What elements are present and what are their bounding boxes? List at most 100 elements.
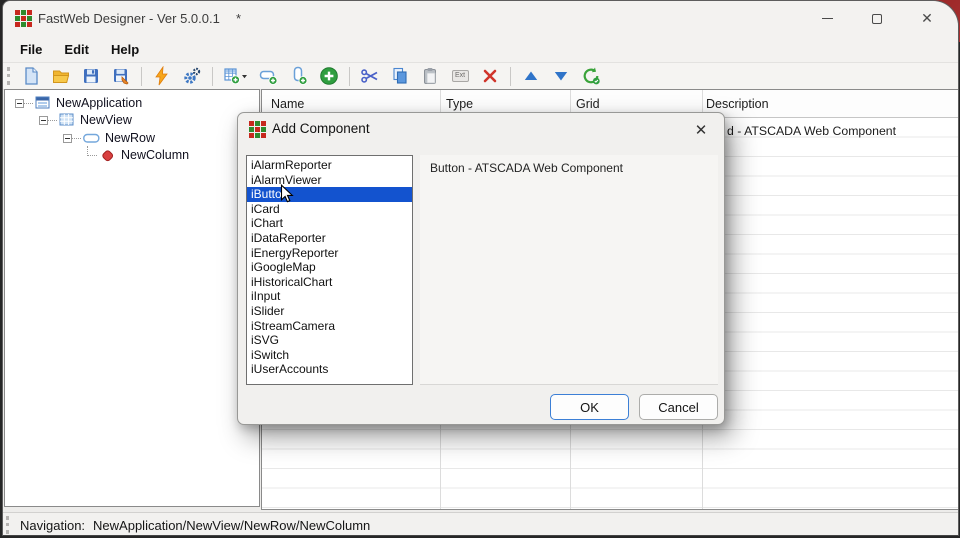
save-all-icon [111, 66, 131, 86]
refresh-icon [581, 66, 601, 86]
menu-edit[interactable]: Edit [64, 42, 89, 57]
move-up-icon [521, 66, 541, 86]
screen: FastWeb Designer - Ver 5.0.0.1 * ✕ File … [0, 0, 960, 538]
component-list-item[interactable]: iInput [247, 289, 412, 304]
component-list-item[interactable]: iChart [247, 216, 412, 231]
collapse-icon[interactable] [39, 116, 48, 125]
table-row-description[interactable]: d - ATSCADA Web Component [727, 124, 896, 138]
component-description: Button - ATSCADA Web Component [420, 155, 718, 175]
tree-item-newapplication[interactable]: NewApplication [15, 94, 142, 112]
application-icon [35, 96, 51, 110]
component-list-item[interactable]: iDataReporter [247, 231, 412, 246]
export-button[interactable]: Ext [448, 64, 472, 88]
add-view-button[interactable] [221, 64, 251, 88]
tree-panel: NewApplication NewView NewRow NewColumn [4, 89, 260, 507]
tree-connector [87, 146, 97, 156]
tree-connector [48, 120, 57, 121]
new-document-icon [21, 66, 41, 86]
component-list-item[interactable]: iAlarmViewer [247, 173, 412, 188]
menu-bar: File Edit Help [3, 36, 958, 62]
window-title: FastWeb Designer - Ver 5.0.0.1 [38, 1, 220, 36]
component-list-item[interactable]: iUserAccounts [247, 362, 412, 377]
menu-help[interactable]: Help [111, 42, 139, 57]
cancel-button[interactable]: Cancel [639, 394, 718, 420]
status-label: Navigation: [20, 518, 85, 533]
toolbar-separator [510, 67, 511, 86]
add-component-button[interactable] [317, 64, 341, 88]
component-listbox[interactable]: iAlarmReporter iAlarmViewer iButton iCar… [246, 155, 413, 385]
component-list-item[interactable]: iSlider [247, 304, 412, 319]
copy-button[interactable] [388, 64, 412, 88]
component-list-item[interactable]: iEnergyReporter [247, 246, 412, 261]
toolbar-separator [212, 67, 213, 86]
column-icon [99, 147, 116, 163]
close-button[interactable]: ✕ [902, 1, 952, 36]
add-component-icon [319, 66, 339, 86]
component-list-item[interactable]: iSVG [247, 333, 412, 348]
run-button[interactable] [150, 64, 174, 88]
toolbar-separator [141, 67, 142, 86]
component-description-panel: Button - ATSCADA Web Component [420, 155, 718, 385]
toolbar-grip [7, 67, 11, 85]
tree-connector [72, 138, 81, 139]
delete-button[interactable] [478, 64, 502, 88]
status-navigation-path: NewApplication/NewView/NewRow/NewColumn [93, 518, 370, 533]
dialog-close-button[interactable]: ✕ [690, 119, 712, 141]
collapse-icon[interactable] [15, 99, 24, 108]
view-icon [59, 113, 75, 127]
component-list-item[interactable]: iHistoricalChart [247, 275, 412, 290]
settings-button[interactable] [180, 64, 204, 88]
component-list-item[interactable]: iButton [247, 187, 412, 202]
save-icon [81, 66, 101, 86]
tree-item-newview[interactable]: NewView [39, 111, 132, 129]
delete-icon [480, 66, 500, 86]
add-column-icon [289, 66, 309, 86]
gears-icon [182, 66, 202, 86]
ok-button[interactable]: OK [550, 394, 629, 420]
component-list-item[interactable]: iCard [247, 202, 412, 217]
component-list-item[interactable]: iSwitch [247, 348, 412, 363]
dialog-title: Add Component [272, 113, 370, 145]
paste-icon [420, 66, 440, 86]
add-row-icon [259, 66, 279, 86]
tree-item-newrow[interactable]: NewRow [63, 129, 155, 147]
new-document-button[interactable] [19, 64, 43, 88]
tree-item-label: NewView [80, 113, 132, 127]
save-button[interactable] [79, 64, 103, 88]
tree-item-newcolumn[interactable]: NewColumn [87, 146, 189, 164]
minimize-icon [822, 18, 833, 19]
minimize-button[interactable] [802, 1, 852, 36]
component-list-item[interactable]: iGoogleMap [247, 260, 412, 275]
move-up-button[interactable] [519, 64, 543, 88]
row-icon [83, 131, 100, 145]
statusbar-grip [6, 516, 10, 534]
collapse-icon[interactable] [63, 134, 72, 143]
maximize-button[interactable] [852, 1, 902, 36]
save-all-button[interactable] [109, 64, 133, 88]
paste-button[interactable] [418, 64, 442, 88]
app-logo-icon [15, 10, 32, 27]
component-list-item[interactable]: iStreamCamera [247, 319, 412, 334]
add-component-dialog: Add Component ✕ iAlarmReporter iAlarmVie… [237, 112, 725, 425]
tree-item-label: NewApplication [56, 96, 142, 110]
toolbar-separator [349, 67, 350, 86]
lightning-icon [152, 66, 172, 86]
add-column-button[interactable] [287, 64, 311, 88]
component-list-item[interactable]: iAlarmReporter [247, 158, 412, 173]
title-bar: FastWeb Designer - Ver 5.0.0.1 * ✕ [3, 1, 958, 36]
cut-button[interactable] [358, 64, 382, 88]
add-row-button[interactable] [257, 64, 281, 88]
modified-indicator: * [236, 1, 241, 36]
move-down-icon [551, 66, 571, 86]
dialog-title-bar: Add Component ✕ [238, 113, 724, 145]
open-folder-button[interactable] [49, 64, 73, 88]
menu-file[interactable]: File [20, 42, 42, 57]
tree-item-label: NewColumn [121, 148, 189, 162]
move-down-button[interactable] [549, 64, 573, 88]
status-bar: Navigation: NewApplication/NewView/NewRo… [3, 512, 958, 536]
refresh-button[interactable] [579, 64, 603, 88]
tree-connector [24, 103, 33, 104]
copy-icon [390, 66, 410, 86]
window-controls: ✕ [802, 1, 952, 36]
open-folder-icon [51, 66, 71, 86]
